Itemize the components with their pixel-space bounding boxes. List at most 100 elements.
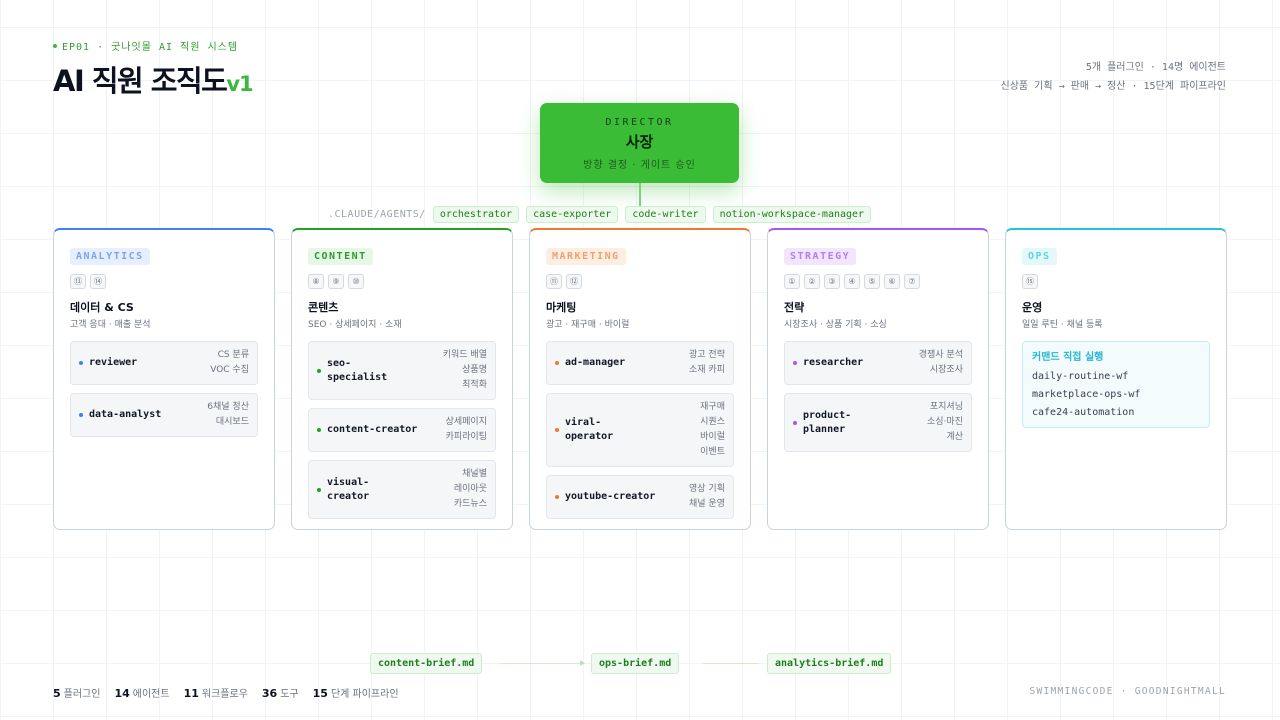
team-card-analytics: ANALYTICS ⑬ ⑭ 데이터 & CS 고객 응대 · 매출 분석 reviewer… [53,228,275,530]
brief-ops: ops-brief.md [591,653,680,674]
team-description: SEO · 상세페이지 · 소재 [308,320,402,330]
page-title-text: AI 직원 조직도 [53,64,228,98]
team-tag: MARKETING [546,248,626,265]
agent-content-creator: content-creator 상세페이지 카피라이팅 [308,408,496,452]
team-card-content: CONTENT ⑧ ⑨ ⑩ 콘텐츠 SEO · 상세페이지 · 소재 seo- specia… [291,228,513,530]
agent-youtube-creator: youtube-creator 영상 기획 채널 운영 [546,475,734,519]
team-name: 콘텐츠 [308,301,339,314]
agent-name: reviewer [89,357,138,368]
agent-product-planner: product- planner 포지셔닝 소싱·마진 계산 [784,393,972,452]
step-numbers: ⑧⑨⑩ [308,274,364,289]
agent-chip-notion-workspace-manager: notion-workspace-manager [712,206,872,223]
summary: 5개 플러그인 · 14명 에이전트 신상품 기획 → 판매 → 정산 · 15… [1001,58,1226,96]
step-badge: ⑬ [70,274,86,289]
agent-viral-operator: viral- operator 재구매 시퀀스 바이럴 이벤트 [546,393,734,467]
summary-line-2: 신상품 기획 → 판매 → 정산 · 15단계 파이프라인 [1000,81,1226,92]
agent-name: product- planner [803,409,852,435]
agent-dot-icon [555,361,559,365]
stat-plugins: 5 플러그인 [53,687,101,700]
agent-dot-icon [317,428,321,432]
team-tag: CONTENT [308,248,373,265]
step-numbers: ⑬⑭ [70,274,106,289]
team-card-strategy: STRATEGY ① ② ③ ④ ⑤ ⑥ ⑦ 전략 시장조사 · 상품 기획 · 소싱 resear… [767,228,989,530]
agent-chip-orchestrator: orchestrator [432,206,520,223]
summary-line-1: 5개 플러그인 · 14명 에이전트 [1085,62,1226,73]
agent-note: 6채널 정산 대시보드 [207,402,249,427]
agent-dot-icon [79,361,83,365]
episode-text: EP01 · 굿나잇몰 AI 직원 시스템 [62,42,239,53]
agent-name: content-creator [327,424,418,435]
team-description: 광고 · 재구매 · 바이럴 [546,320,630,330]
agent-note: 상세페이지 카피라이팅 [445,417,487,442]
footer-stats: 5 플러그인 14 에이전트 11 워크플로우 36 도구 15 단계 파이프라인 [53,685,399,700]
agent-data-analyst: data-analyst 6채널 정산 대시보드 [70,393,258,437]
command-item: cafe24-automation [1032,407,1135,418]
version-label: v1 [226,72,253,96]
director-connector [639,183,641,206]
agent-dot-icon [317,487,321,492]
stat-workflows: 11 워크플로우 [183,687,248,700]
agent-dot-icon [317,368,321,373]
command-box-title: 커맨드 직접 실행 [1032,352,1104,363]
step-badge: ⑩ [348,274,364,289]
command-box: 커맨드 직접 실행 daily-routine-wf marketplace-ops… [1022,341,1210,428]
team-name: 마케팅 [546,301,577,314]
team-card-ops: OPS ⑮ 운영 일일 루틴 · 채널 등록 커맨드 직접 실행 daily-routin… [1005,228,1227,530]
team-description: 시장조사 · 상품 기획 · 소싱 [784,320,887,330]
step-badge: ⑫ [566,274,582,289]
agent-note: 포지셔닝 소싱·마진 계산 [927,402,963,442]
step-badge: ⑦ [904,274,920,289]
agent-list: seo- specialist 키워드 배열 상품명 최적화 content-cre… [308,341,496,527]
brief-analytics: analytics-brief.md [767,653,892,674]
agent-note: 경쟁사 분석 시장조사 [918,350,963,375]
step-numbers: ⑪⑫ [546,274,582,289]
agent-dot-icon [793,420,797,425]
command-item: daily-routine-wf [1032,371,1129,382]
agent-ad-manager: ad-manager 광고 전략 소재 카피 [546,341,734,385]
agent-list: ad-manager 광고 전략 소재 카피 viral- operator 재구매 … [546,341,734,527]
agents-path: .CLAUDE/AGENTS/ orchestrator case-export… [328,206,872,223]
step-badge: ② [804,274,820,289]
step-badge: ③ [824,274,840,289]
credit: SWIMMINGCODE · GOODNIGHTMALL [1029,686,1226,697]
step-badge: ⑨ [328,274,344,289]
step-badge: ⑪ [546,274,562,289]
step-badge: ⑮ [1022,274,1038,289]
director-subtitle: 방향 결정 · 게이트 승인 [583,160,696,171]
stat-tools: 36 도구 [261,687,299,700]
step-badge: ⑤ [864,274,880,289]
team-card-marketing: MARKETING ⑪ ⑫ 마케팅광고 · 재구매 · 바이럴 ad-manager 광고… [529,228,751,530]
command-item: marketplace-ops-wf [1032,389,1141,400]
step-badge: ④ [844,274,860,289]
brief-arrow-icon [580,660,585,666]
agent-name: ad-manager [565,357,626,368]
step-badge: ⑭ [90,274,106,289]
team-description: 고객 응대 · 매출 분석 [70,320,151,330]
agent-dot-icon [555,428,559,432]
agent-visual-creator: visual- creator 채널별 레이아웃 카드뉴스 [308,460,496,519]
agent-dot-icon [555,495,559,499]
agent-chip-code-writer: code-writer [625,206,706,223]
agent-note: 채널별 레이아웃 카드뉴스 [453,469,487,509]
step-badge: ① [784,274,800,289]
step-numbers: ⑮ [1022,274,1038,289]
step-badge: ⑧ [308,274,324,289]
agent-note: 키워드 배열 상품명 최적화 [442,350,487,390]
agent-name: youtube-creator [565,491,656,502]
step-badge: ⑥ [884,274,900,289]
director-node: DIRECTOR 사장 방향 결정 · 게이트 승인 [540,103,739,183]
episode-dot-icon [53,43,57,48]
agent-name: viral- operator [565,417,614,442]
page-title: AI 직원 조직도 v1 [53,58,254,100]
agent-name: visual- creator [327,476,370,502]
team-name: 데이터 & CS [70,301,134,314]
agent-name: researcher [803,357,864,368]
agent-dot-icon [793,361,797,365]
team-description: 일일 루틴 · 채널 등록 [1022,320,1103,330]
stat-pipeline: 15 단계 파이프라인 [312,687,399,700]
brief-connector-1 [500,663,580,664]
agent-chip-case-exporter: case-exporter [526,206,619,223]
agent-name: seo- specialist [327,357,388,383]
agent-dot-icon [79,413,83,417]
director-name: 사장 [625,133,654,151]
